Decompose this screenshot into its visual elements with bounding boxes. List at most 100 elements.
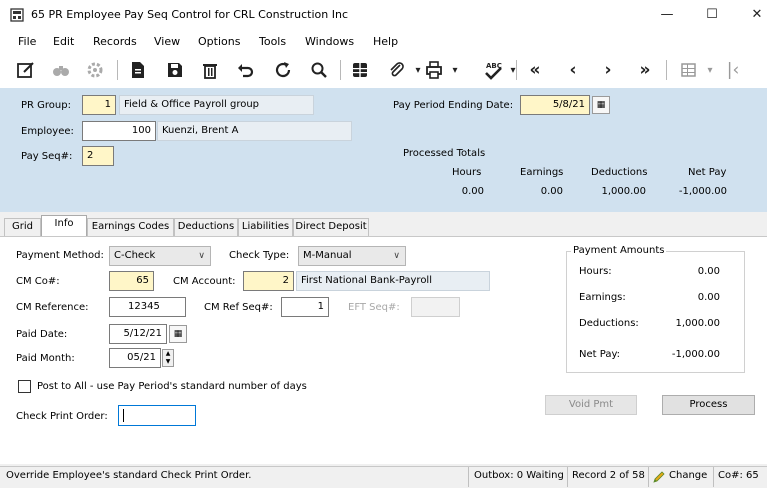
collapse-icon[interactable]: |‹ bbox=[720, 58, 746, 82]
menu-options[interactable]: Options bbox=[198, 35, 240, 48]
search-icon[interactable] bbox=[306, 58, 332, 82]
delete-icon[interactable] bbox=[197, 58, 223, 82]
paid-month-input[interactable]: 05/21 bbox=[109, 348, 161, 368]
change-pencil-icon bbox=[652, 470, 666, 484]
tab-liabilities[interactable]: Liabilities bbox=[238, 218, 293, 236]
status-separator bbox=[648, 467, 649, 487]
employee-input[interactable]: 100 bbox=[82, 121, 156, 141]
toolbar-separator bbox=[666, 60, 667, 80]
cm-co-label: CM Co#: bbox=[16, 276, 60, 287]
process-button[interactable]: Process bbox=[662, 395, 755, 415]
totals-header-deductions: Deductions bbox=[591, 167, 648, 178]
check-print-order-input[interactable] bbox=[118, 405, 196, 426]
paid-date-label: Paid Date: bbox=[16, 329, 68, 340]
next-record-icon[interactable]: › bbox=[595, 58, 621, 82]
pay-period-label: Pay Period Ending Date: bbox=[393, 100, 514, 111]
toolbar-separator bbox=[516, 60, 517, 80]
menu-view[interactable]: View bbox=[154, 35, 180, 48]
outbox-status[interactable]: Outbox: 0 Waiting bbox=[474, 470, 564, 481]
post-to-all-label: Post to All - use Pay Period's standard … bbox=[37, 381, 307, 392]
employee-label: Employee: bbox=[21, 126, 74, 137]
check-type-select[interactable]: M-Manual ∨ bbox=[298, 246, 406, 266]
totals-header-net-pay: Net Pay bbox=[688, 167, 727, 178]
check-type-label: Check Type: bbox=[229, 250, 290, 261]
status-separator bbox=[713, 467, 714, 487]
chevron-down-icon: ∨ bbox=[393, 251, 400, 261]
pr-group-input[interactable]: 1 bbox=[82, 95, 116, 115]
calendar-icon[interactable]: ▦ bbox=[169, 325, 187, 343]
tab-earnings-codes[interactable]: Earnings Codes bbox=[87, 218, 174, 236]
check-print-order-label: Check Print Order: bbox=[16, 411, 108, 422]
last-record-icon[interactable]: » bbox=[632, 58, 658, 82]
payment-amounts-title: Payment Amounts bbox=[571, 245, 667, 256]
text-cursor bbox=[123, 409, 124, 422]
cm-account-description: First National Bank-Payroll bbox=[296, 271, 490, 291]
print-dropdown-icon[interactable]: ▾ bbox=[442, 58, 468, 82]
maximize-button[interactable]: ☐ bbox=[692, 2, 732, 28]
pay-seq-label: Pay Seq#: bbox=[21, 151, 73, 162]
window-title: 65 PR Employee Pay Seq Control for CRL C… bbox=[31, 8, 348, 21]
totals-header-hours: Hours bbox=[452, 167, 482, 178]
payment-method-label: Payment Method: bbox=[16, 250, 104, 261]
totals-deductions: 1,000.00 bbox=[601, 186, 646, 197]
tab-deductions[interactable]: Deductions bbox=[174, 218, 238, 236]
tab-info[interactable]: Info bbox=[41, 215, 87, 237]
post-to-all-checkbox[interactable] bbox=[18, 380, 31, 393]
status-separator bbox=[567, 467, 568, 487]
status-message: Override Employee's standard Check Print… bbox=[6, 470, 252, 481]
menu-help[interactable]: Help bbox=[373, 35, 398, 48]
menu-windows[interactable]: Windows bbox=[305, 35, 354, 48]
menu-edit[interactable]: Edit bbox=[53, 35, 74, 48]
close-button[interactable]: ✕ bbox=[737, 2, 767, 28]
menu-tools[interactable]: Tools bbox=[259, 35, 286, 48]
calendar-icon[interactable]: ▦ bbox=[592, 96, 610, 114]
chevron-down-icon: ∨ bbox=[198, 251, 205, 261]
cm-ref-seq-label: CM Ref Seq#: bbox=[204, 302, 273, 313]
tab-grid[interactable]: Grid bbox=[4, 218, 41, 236]
pa-earnings-value: 0.00 bbox=[697, 292, 720, 303]
pa-deductions-value: 1,000.00 bbox=[675, 318, 720, 329]
cm-reference-input[interactable]: 12345 bbox=[109, 297, 186, 317]
pr-group-label: PR Group: bbox=[21, 100, 71, 111]
paid-date-input[interactable]: 5/12/21 bbox=[109, 324, 167, 344]
cm-co-input[interactable]: 65 bbox=[109, 271, 154, 291]
totals-hours: 0.00 bbox=[461, 186, 484, 197]
toolbar-separator bbox=[340, 60, 341, 80]
edit-icon[interactable] bbox=[13, 58, 39, 82]
pr-group-description: Field & Office Payroll group bbox=[119, 95, 314, 115]
paid-month-spinner-icon[interactable]: ▲ ▼ bbox=[162, 349, 174, 367]
mode-status: Change bbox=[669, 470, 708, 481]
eft-seq-input[interactable] bbox=[411, 297, 460, 317]
grid-view-icon[interactable] bbox=[347, 58, 373, 82]
settings-icon[interactable] bbox=[82, 58, 108, 82]
pay-seq-input[interactable]: 2 bbox=[82, 146, 114, 166]
employee-name: Kuenzi, Brent A bbox=[157, 121, 352, 141]
save-icon[interactable] bbox=[162, 58, 188, 82]
cm-account-input[interactable]: 2 bbox=[243, 271, 294, 291]
minimize-button[interactable]: — bbox=[647, 2, 687, 28]
undo-icon[interactable] bbox=[232, 58, 258, 82]
tab-direct-deposit[interactable]: Direct Deposit bbox=[293, 218, 369, 236]
find-icon[interactable] bbox=[48, 58, 74, 82]
payment-method-select[interactable]: C-Check ∨ bbox=[109, 246, 211, 266]
previous-record-icon[interactable]: ‹ bbox=[560, 58, 586, 82]
pa-hours-value: 0.00 bbox=[697, 266, 720, 277]
pa-deductions-label: Deductions: bbox=[579, 318, 639, 329]
menu-file[interactable]: File bbox=[18, 35, 36, 48]
first-record-icon[interactable]: « bbox=[522, 58, 548, 82]
processed-totals-label: Processed Totals bbox=[403, 148, 486, 159]
status-separator bbox=[468, 467, 469, 487]
void-pmt-button[interactable]: Void Pmt bbox=[545, 395, 637, 415]
refresh-icon[interactable] bbox=[270, 58, 296, 82]
totals-net-pay: -1,000.00 bbox=[678, 186, 727, 197]
pa-net-pay-value: -1,000.00 bbox=[671, 349, 720, 360]
eft-seq-label: EFT Seq#: bbox=[348, 302, 400, 313]
cm-reference-label: CM Reference: bbox=[16, 302, 89, 313]
record-status: Record 2 of 58 bbox=[572, 470, 645, 481]
menu-records[interactable]: Records bbox=[93, 35, 137, 48]
pa-hours-label: Hours: bbox=[579, 266, 612, 277]
cm-ref-seq-input[interactable]: 1 bbox=[281, 297, 329, 317]
totals-header-earnings: Earnings bbox=[520, 167, 564, 178]
pay-period-input[interactable]: 5/8/21 bbox=[520, 95, 590, 115]
new-icon[interactable] bbox=[125, 58, 151, 82]
